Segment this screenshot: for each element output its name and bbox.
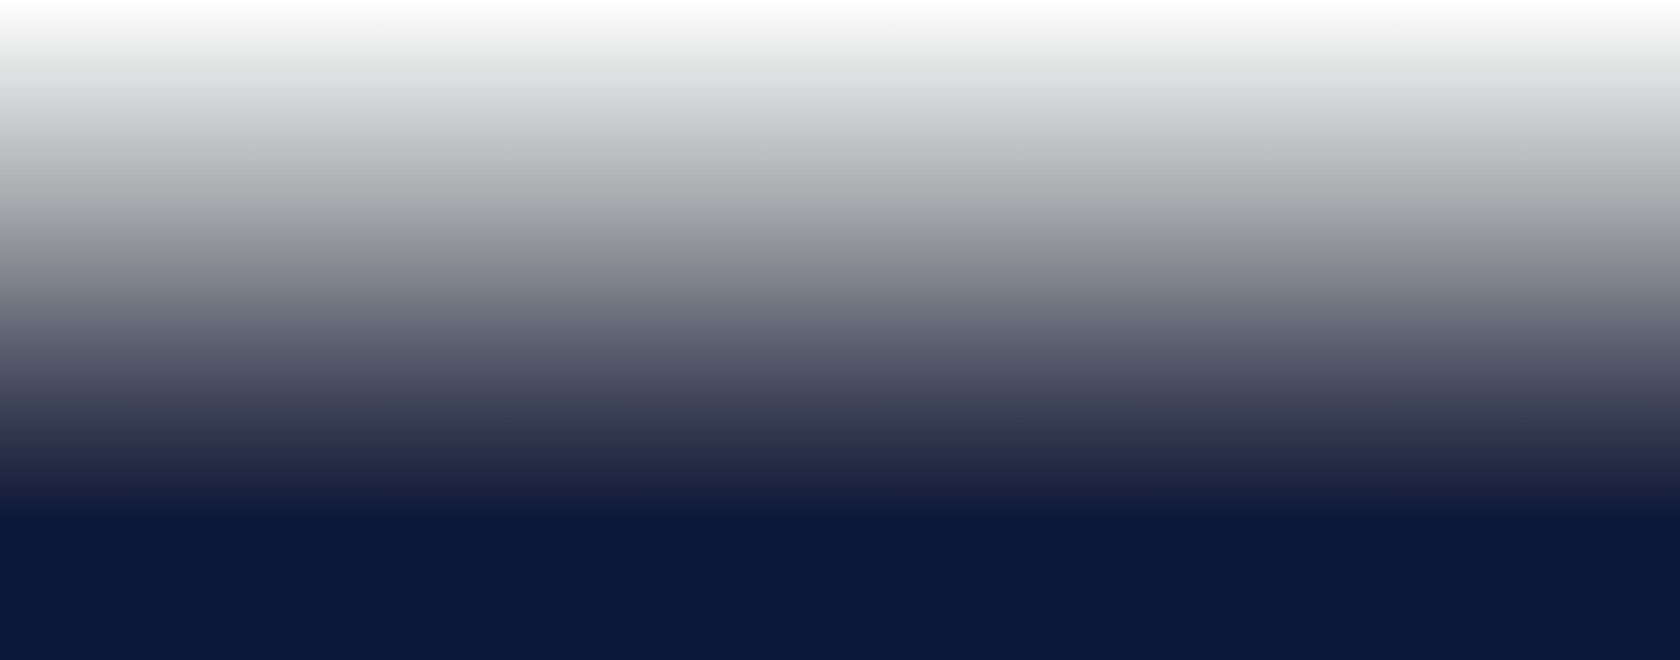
gradient-backdrop <box>0 0 1680 660</box>
page-viewport <box>0 0 1680 660</box>
